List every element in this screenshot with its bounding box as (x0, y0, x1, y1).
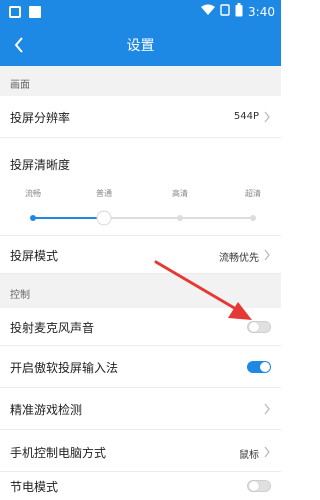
mode-value: 流畅优先 (219, 253, 259, 264)
clarity-option-2: 高清 (172, 189, 188, 198)
section-header-control: 控制 (0, 274, 281, 308)
phone-control-label: 手机控制电脑方式 (10, 446, 107, 460)
status-time: 3:40 (248, 4, 275, 19)
page-title: 设置 (126, 38, 155, 54)
mic-toggle[interactable] (247, 321, 271, 333)
clarity-option-1: 普通 (96, 189, 112, 198)
clarity-slider[interactable] (0, 206, 281, 230)
game-detect-row[interactable]: 精准游戏检测 (0, 388, 281, 430)
slider-stop (30, 215, 36, 221)
clarity-row: 投屏清晰度 流畅 普通 高清 超清 (0, 138, 281, 236)
phone-control-value: 鼠标 (239, 450, 259, 461)
power-save-toggle[interactable] (247, 480, 271, 492)
ime-row: 开启傲软投屏输入法 (0, 346, 281, 388)
section-label: 控制 (10, 290, 30, 301)
chevron-right-icon (264, 403, 270, 415)
power-save-row: 节电模式 (0, 472, 281, 500)
status-bar: 3:40 (0, 0, 281, 24)
slider-stop (250, 215, 256, 221)
slider-knob[interactable] (96, 210, 112, 226)
notification-icon (8, 4, 22, 23)
game-detect-label: 精准游戏检测 (10, 403, 83, 417)
ime-toggle[interactable] (247, 361, 271, 373)
image-icon (28, 4, 42, 23)
section-header-picture: 画面 (0, 66, 281, 96)
wifi-icon (201, 4, 216, 19)
resolution-row[interactable]: 投屏分辨率 544P (0, 96, 281, 138)
sim-icon (220, 4, 230, 19)
slider-stop (177, 215, 183, 221)
battery-icon (235, 3, 243, 20)
mic-row: 投射麦克风声音 (0, 308, 281, 346)
mode-label: 投屏模式 (10, 249, 59, 263)
resolution-value: 544P (233, 111, 259, 122)
chevron-right-icon (264, 249, 270, 261)
toggle-knob (260, 362, 270, 372)
chevron-right-icon (264, 111, 270, 123)
power-save-label: 节电模式 (10, 480, 59, 494)
mic-label: 投射麦克风声音 (10, 321, 95, 335)
ime-label: 开启傲软投屏输入法 (10, 361, 119, 375)
toggle-knob (249, 322, 259, 332)
clarity-option-0: 流畅 (25, 189, 41, 198)
clarity-label: 投屏清晰度 (10, 158, 71, 172)
toggle-knob (249, 481, 259, 491)
title-bar: 设置 (0, 24, 281, 66)
resolution-label: 投屏分辨率 (10, 111, 71, 125)
chevron-right-icon (264, 446, 270, 458)
clarity-option-3: 超清 (245, 189, 261, 198)
phone-control-row[interactable]: 手机控制电脑方式 鼠标 (0, 430, 281, 472)
mode-row[interactable]: 投屏模式 流畅优先 (0, 236, 281, 274)
section-label: 画面 (10, 80, 30, 91)
